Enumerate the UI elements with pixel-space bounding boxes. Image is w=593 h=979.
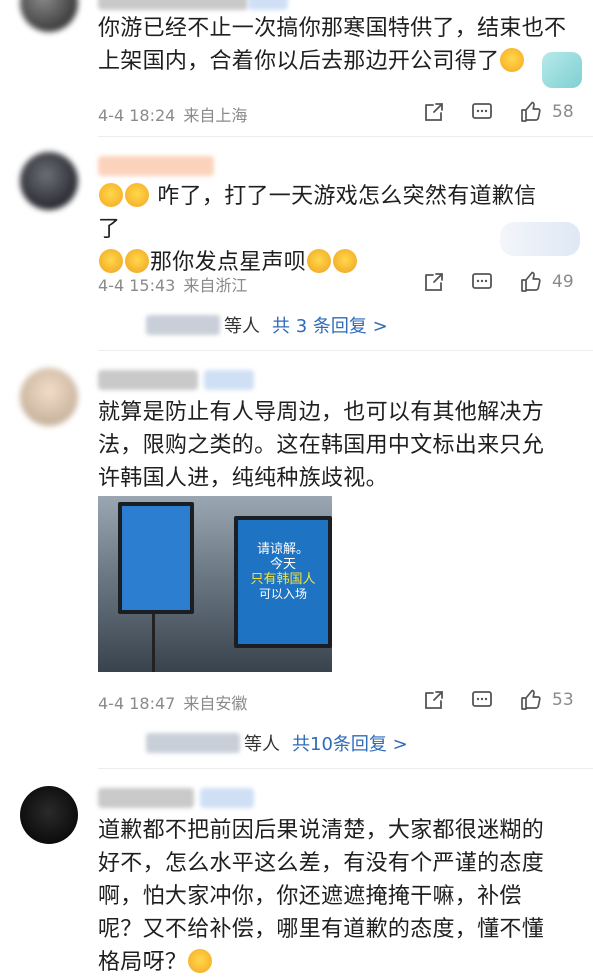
share-icon[interactable]	[422, 270, 446, 294]
divider	[98, 350, 593, 351]
laugh-cry-emoji	[99, 183, 123, 207]
grin-sweat-emoji	[500, 48, 525, 72]
comment-meta: 4-4 18:24 来自上海	[98, 102, 247, 126]
comment-image[interactable]: 请谅解。 今天 只有韩国人 可以入场	[98, 496, 332, 672]
comment-text: 咋了，打了一天游戏怎么突然有道歉信了 那你发点星声呗	[98, 183, 537, 275]
like-count: 53	[552, 690, 574, 710]
username-blurred[interactable]	[98, 788, 194, 808]
sign-line-2: 今天	[269, 557, 296, 572]
like-count: 49	[552, 272, 574, 292]
sweat-smile-emoji	[188, 949, 213, 973]
crying-emoji	[307, 249, 332, 273]
left-sign-stand	[152, 614, 155, 672]
divider	[98, 768, 593, 769]
reply-summary[interactable]: 等人 共10条回复 >	[146, 730, 408, 756]
view-replies-link[interactable]: 共10条回复 >	[292, 730, 408, 756]
anime-sticker-icon	[542, 52, 582, 88]
left-sign-screen	[122, 506, 190, 610]
avatar[interactable]	[20, 786, 78, 844]
username-blurred[interactable]	[98, 0, 248, 10]
avatar[interactable]	[20, 0, 78, 32]
right-sign: 请谅解。 今天 只有韩国人 可以入场	[234, 516, 332, 648]
comment-date: 4-4 18:24	[98, 106, 176, 125]
left-sign	[118, 502, 194, 614]
share-icon[interactable]	[422, 100, 446, 124]
reply-suffix: 等人	[244, 734, 280, 755]
share-icon[interactable]	[422, 688, 446, 712]
like-icon[interactable]	[518, 99, 544, 125]
user-badge-blurred	[248, 0, 288, 10]
crying-emoji	[99, 249, 123, 273]
like-count: 58	[552, 102, 574, 122]
comment-location: 来自浙江	[183, 276, 248, 295]
view-replies-link[interactable]: 共 3 条回复 >	[272, 312, 388, 338]
comment-text: 就算是防止有人导周边，也可以有其他解决方法，限购之类的。这在韩国用中文标出来只允…	[98, 400, 545, 491]
avatar[interactable]	[20, 152, 78, 210]
comment-text: 你游已经不止一次搞你那寒国特供了，结束也不上架国内，合着你以后去那边开公司得了	[98, 16, 567, 74]
sign-line-1: 请谅解。	[256, 542, 309, 557]
comment-meta: 4-4 15:43 来自浙江	[98, 272, 247, 296]
avatar[interactable]	[20, 368, 78, 426]
username-blurred[interactable]	[98, 156, 214, 176]
replier-names-blurred	[146, 733, 240, 753]
comment-icon[interactable]	[470, 688, 494, 712]
comment-icon[interactable]	[470, 100, 494, 124]
comment-icon[interactable]	[470, 270, 494, 294]
comment-date: 4-4 18:47	[98, 694, 176, 713]
comment-location: 来自安徽	[183, 694, 248, 713]
like-icon[interactable]	[518, 687, 544, 713]
divider	[98, 136, 593, 137]
sign-line-4: 可以入场	[258, 587, 307, 601]
crying-emoji	[125, 249, 149, 273]
user-badge-blurred	[200, 788, 254, 808]
comment-text: 道歉都不把前因后果说清楚，大家都很迷糊的好不，怎么水平这么差，有没有个严谨的态度…	[98, 818, 545, 975]
username-blurred[interactable]	[98, 370, 198, 390]
comment-meta: 4-4 18:47 来自安徽	[98, 690, 247, 714]
comment-location: 来自上海	[183, 106, 248, 125]
sign-line-3: 只有韩国人	[250, 572, 316, 587]
crying-emoji	[333, 249, 358, 273]
cartoon-sticker-icon	[500, 222, 580, 256]
reply-suffix: 等人	[224, 316, 260, 337]
replier-names-blurred	[146, 315, 220, 335]
laugh-cry-emoji	[125, 183, 149, 207]
right-sign-screen: 请谅解。 今天 只有韩国人 可以入场	[238, 520, 328, 644]
comment-date: 4-4 15:43	[98, 276, 176, 295]
user-badge-blurred	[204, 370, 254, 390]
like-icon[interactable]	[518, 269, 544, 295]
reply-summary[interactable]: 等人 共 3 条回复 >	[146, 312, 388, 338]
